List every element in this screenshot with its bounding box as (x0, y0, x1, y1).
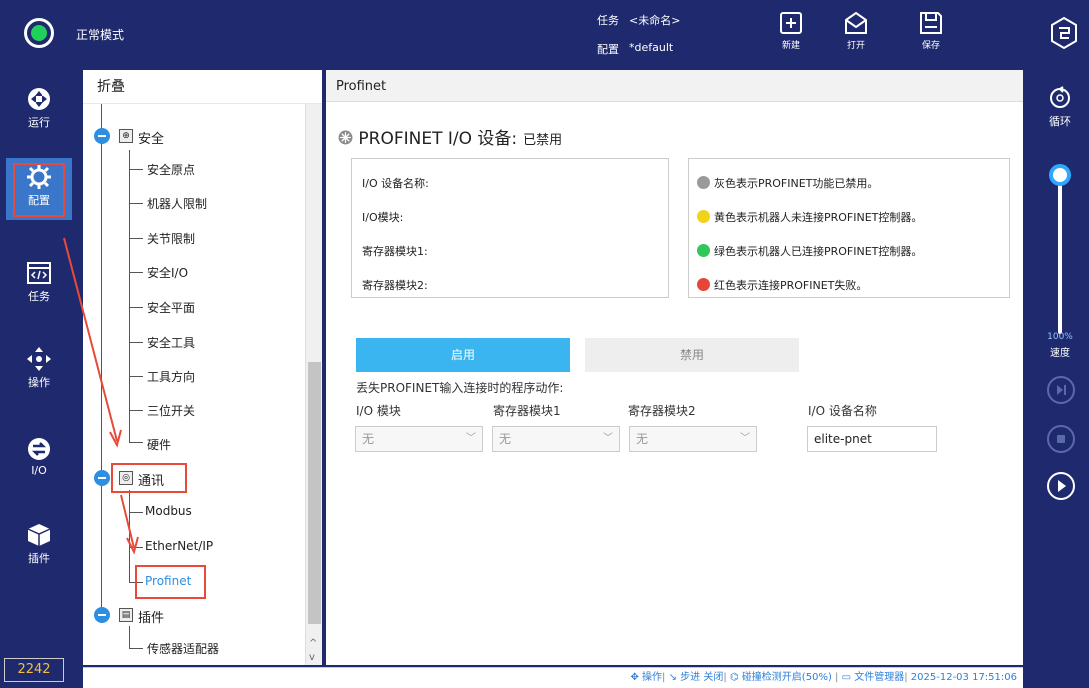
legend-gray-dot-icon (697, 176, 710, 189)
status-gray-icon (338, 130, 353, 145)
profinet-title-text: PROFINET I/O 设备: (358, 129, 518, 149)
register-module-2-select-value: 无 (636, 432, 649, 446)
status-file-manager[interactable]: ▭ 文件管理器 (842, 672, 905, 683)
status-operate-label: 操作 (642, 672, 663, 683)
status-operate[interactable]: ✥ 操作 (630, 672, 662, 683)
profinet-content-panel: Profinet PROFINET I/O 设备: 已禁用 I/O 设备名称: I… (326, 70, 1023, 665)
io-module-select-value: 无 (362, 432, 375, 446)
device-name-column-label: I/O 设备名称 (808, 404, 877, 418)
status-legend-box: 灰色表示PROFINET功能已禁用。 黄色表示机器人未连接PROFINET控制器… (688, 158, 1010, 298)
separator: | (831, 672, 842, 683)
enable-button[interactable]: 启用 (356, 338, 570, 372)
legend-yellow-text: 黄色表示机器人未连接PROFINET控制器。 (714, 211, 923, 224)
legend-red-dot-icon (697, 278, 710, 291)
register-module-1-select-value: 无 (499, 432, 512, 446)
status-collision[interactable]: ⌬ 碰撞检测开启(50%) (730, 672, 832, 683)
register-module-1-select[interactable]: 无 ﹀ (492, 426, 620, 452)
status-step[interactable]: ↘ 步进 关闭 (669, 672, 724, 683)
profinet-status: 已禁用 (523, 133, 563, 148)
device-name-input[interactable]: elite-pnet (807, 426, 937, 452)
legend-gray-text: 灰色表示PROFINET功能已禁用。 (714, 177, 879, 190)
register-module-1-label: 寄存器模块1: (362, 245, 428, 258)
status-collision-label: 碰撞检测开启(50%) (741, 672, 832, 683)
device-name-label: I/O 设备名称: (362, 177, 429, 190)
io-module-select[interactable]: 无 ﹀ (355, 426, 483, 452)
legend-red: 红色表示连接PROFINET失败。 (697, 277, 867, 293)
io-module-label: I/O模块: (362, 211, 404, 224)
legend-yellow: 黄色表示机器人未连接PROFINET控制器。 (697, 209, 922, 225)
status-datetime: 2025-12-03 17:51:06 (910, 672, 1017, 683)
status-bar: ✥ 操作| ↘ 步进 关闭| ⌬ 碰撞检测开启(50%) | ▭ 文件管理器| … (83, 667, 1023, 688)
legend-red-text: 红色表示连接PROFINET失败。 (714, 279, 868, 292)
content-header: Profinet (326, 70, 1023, 102)
separator: | (904, 672, 908, 683)
register-module-2-label: 寄存器模块2: (362, 279, 428, 292)
status-file-manager-label: 文件管理器 (854, 672, 905, 683)
register-module-2-select[interactable]: 无 ﹀ (629, 426, 757, 452)
legend-green-text: 绿色表示机器人已连接PROFINET控制器。 (714, 245, 923, 258)
disable-button[interactable]: 禁用 (585, 338, 799, 372)
chevron-down-icon: ﹀ (740, 433, 750, 444)
legend-green-dot-icon (697, 244, 710, 257)
legend-green: 绿色表示机器人已连接PROFINET控制器。 (697, 243, 922, 259)
status-step-label: 步进 关闭 (680, 672, 724, 683)
lost-connection-action-label: 丢失PROFINET输入连接时的程序动作: (356, 381, 564, 395)
profinet-title: PROFINET I/O 设备: 已禁用 (338, 124, 562, 149)
chevron-down-icon: ﹀ (466, 433, 476, 444)
chevron-down-icon: ﹀ (603, 433, 613, 444)
io-module-column-label: I/O 模块 (356, 404, 401, 418)
register-module-2-column-label: 寄存器模块2 (628, 404, 696, 418)
legend-gray: 灰色表示PROFINET功能已禁用。 (697, 175, 878, 191)
legend-yellow-dot-icon (697, 210, 710, 223)
register-module-1-column-label: 寄存器模块1 (493, 404, 561, 418)
device-info-box: I/O 设备名称: I/O模块: 寄存器模块1: 寄存器模块2: (351, 158, 669, 298)
